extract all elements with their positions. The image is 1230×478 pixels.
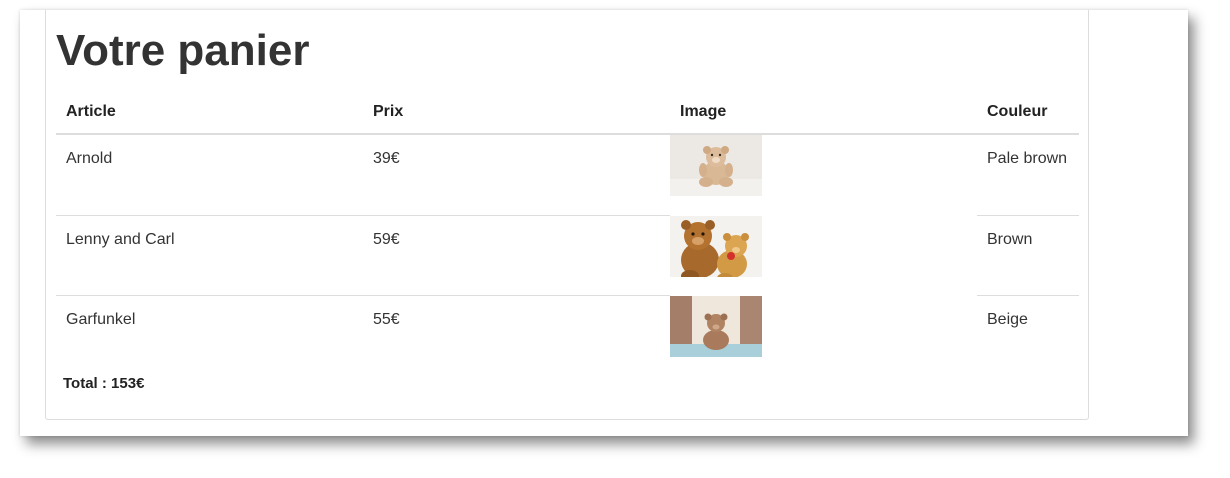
table-row: Arnold 39€ Pale brown — [56, 134, 1079, 216]
header-article: Article — [56, 91, 363, 135]
cell-spacer — [762, 216, 977, 296]
teddy-bear-window-icon — [670, 295, 762, 357]
cell-couleur: Brown — [977, 215, 1079, 296]
teddy-bear-pair-icon — [670, 215, 762, 277]
cell-prix: 55€ — [363, 295, 670, 369]
screenshot-frame: Votre panier Article Prix Image Couleur — [20, 10, 1188, 436]
cell-couleur: Pale brown — [987, 150, 1068, 167]
header-couleur: Couleur — [977, 91, 1079, 135]
header-prix: Prix — [363, 91, 670, 135]
cart-panel: Votre panier Article Prix Image Couleur — [45, 10, 1089, 420]
teddy-bear-single-icon — [670, 135, 762, 196]
page-title: Votre panier — [56, 26, 310, 75]
cell-article: Arnold — [66, 150, 113, 167]
cell-image — [670, 134, 762, 216]
cell-image — [670, 295, 762, 370]
header-image: Image — [670, 91, 977, 135]
cell-spacer — [762, 134, 977, 216]
cell-article: Lenny and Carl — [56, 215, 363, 296]
cell-prix: 39€ — [373, 150, 400, 167]
table-row: Lenny and Carl 59€ Brown — [56, 215, 1079, 296]
table-header-row: Article Prix Image Couleur — [56, 91, 1079, 135]
cart-table: Article Prix Image Couleur Arnold 39€ Pa… — [56, 91, 1079, 369]
table-row: Garfunkel 55€ Beige — [56, 295, 1079, 370]
cell-article: Garfunkel — [56, 295, 363, 369]
cell-spacer — [762, 296, 977, 370]
cell-image — [670, 215, 762, 296]
cell-couleur: Beige — [977, 295, 1079, 369]
cart-total: Total : 153€ — [63, 375, 145, 392]
cell-prix: 59€ — [363, 215, 670, 296]
